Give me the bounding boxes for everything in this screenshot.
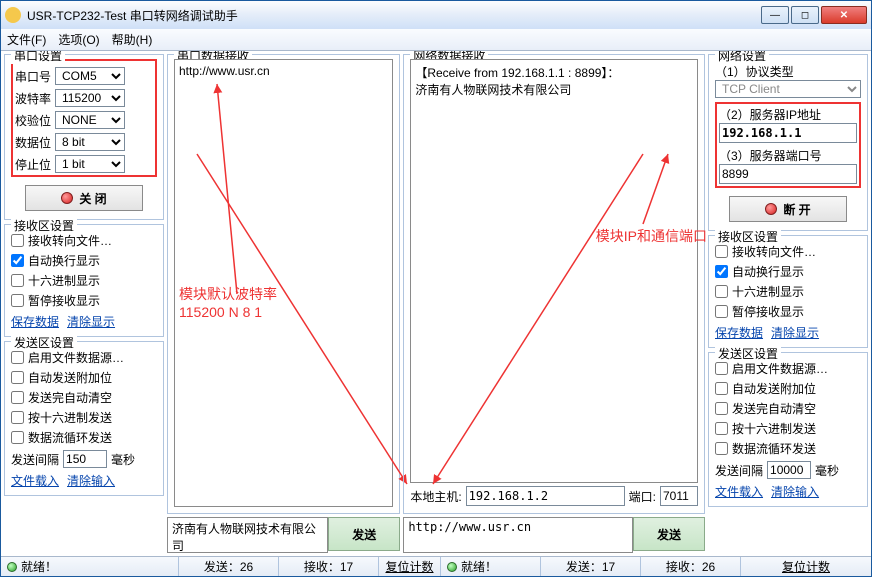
reset-count-left[interactable]: 复位计数	[385, 558, 433, 575]
serial-recv-textbox[interactable]: http://www.usr.cn	[174, 59, 393, 507]
serial-data-select[interactable]: 8 bit	[55, 133, 125, 151]
send-options-group-left: 发送区设置 启用文件数据源… 自动发送附加位 发送完自动清空 按十六进制发送 数…	[4, 341, 164, 496]
recv-hex-check[interactable]: 十六进制显示	[11, 272, 157, 289]
recv-options-group-left: 接收区设置 接收转向文件… 自动换行显示 十六进制显示 暂停接收显示 保存数据清…	[4, 224, 164, 337]
status-sent-left: 发送：26	[179, 557, 279, 576]
recv-pause-check[interactable]: 暂停接收显示	[11, 292, 157, 309]
status-led-icon	[7, 562, 17, 572]
status-ready: 就绪！	[21, 558, 57, 575]
net-disconnect-button[interactable]: 断 开	[729, 196, 847, 222]
send-filesrc-check[interactable]: 启用文件数据源…	[11, 349, 157, 366]
net-proto-select[interactable]: TCP Client	[715, 80, 861, 98]
send-interval-input[interactable]	[63, 450, 107, 468]
serial-baud-select[interactable]: 115200	[55, 89, 125, 107]
serial-port-select[interactable]: COM5	[55, 67, 125, 85]
load-file-link[interactable]: 文件载入	[11, 474, 59, 488]
reset-count-right[interactable]: 复位计数	[782, 558, 830, 575]
serial-stop-select[interactable]: 1 bit	[55, 155, 125, 173]
server-ip-input[interactable]	[719, 123, 857, 143]
net-recv-textbox[interactable]: 【Receive from 192.168.1.1 : 8899】： 济南有人物…	[410, 59, 698, 483]
recv-options-group-right: 接收区设置 接收转向文件… 自动换行显示 十六进制显示 暂停接收显示 保存数据清…	[708, 235, 868, 348]
net-settings-group: 网络设置 （1）协议类型 TCP Client （2）服务器IP地址 （3）服务…	[708, 54, 868, 231]
send-hex-check[interactable]: 按十六进制发送	[11, 409, 157, 426]
serial-recv-group: 串口数据接收 http://www.usr.cn	[167, 54, 400, 514]
serial-send-input[interactable]: 济南有人物联网技术有限公司	[167, 517, 328, 553]
close-button[interactable]: ✕	[821, 6, 867, 24]
serial-close-button[interactable]: 关 闭	[25, 185, 143, 211]
record-icon	[765, 203, 777, 215]
save-data-link[interactable]: 保存数据	[11, 315, 59, 329]
local-host-input[interactable]	[466, 486, 625, 506]
recv-to-file-check[interactable]: 接收转向文件…	[11, 232, 157, 249]
minimize-button[interactable]: —	[761, 6, 789, 24]
menu-help[interactable]: 帮助(H)	[112, 31, 153, 48]
record-icon	[61, 192, 73, 204]
clear-input-link[interactable]: 清除输入	[67, 474, 115, 488]
net-send-button[interactable]: 发送	[633, 517, 705, 551]
clear-display-link[interactable]: 清除显示	[67, 315, 115, 329]
server-port-input[interactable]	[719, 164, 857, 184]
menu-file[interactable]: 文件(F)	[7, 31, 46, 48]
serial-parity-select[interactable]: NONE	[55, 111, 125, 129]
send-options-group-right: 发送区设置 启用文件数据源… 自动发送附加位 发送完自动清空 按十六进制发送 数…	[708, 352, 868, 507]
serial-send-button[interactable]: 发送	[328, 517, 400, 551]
net-recv-group: 网络数据接收 【Receive from 192.168.1.1 : 8899】…	[403, 54, 705, 514]
send-clear-check[interactable]: 发送完自动清空	[11, 389, 157, 406]
app-icon	[5, 7, 21, 23]
net-send-input[interactable]: http://www.usr.cn	[403, 517, 633, 553]
local-port-input[interactable]	[660, 486, 698, 506]
status-recv-left: 接收：17	[279, 557, 379, 576]
menu-options[interactable]: 选项(O)	[58, 31, 99, 48]
recv-autowrap-check[interactable]: 自动换行显示	[11, 252, 157, 269]
serial-settings-group: 串口设置 串口号COM5 波特率115200 校验位NONE 数据位8 bit …	[4, 54, 164, 220]
send-append-check[interactable]: 自动发送附加位	[11, 369, 157, 386]
send-loop-check[interactable]: 数据流循环发送	[11, 429, 157, 446]
maximize-button[interactable]: ◻	[791, 6, 819, 24]
window-title: USR-TCP232-Test 串口转网络调试助手	[27, 7, 761, 24]
